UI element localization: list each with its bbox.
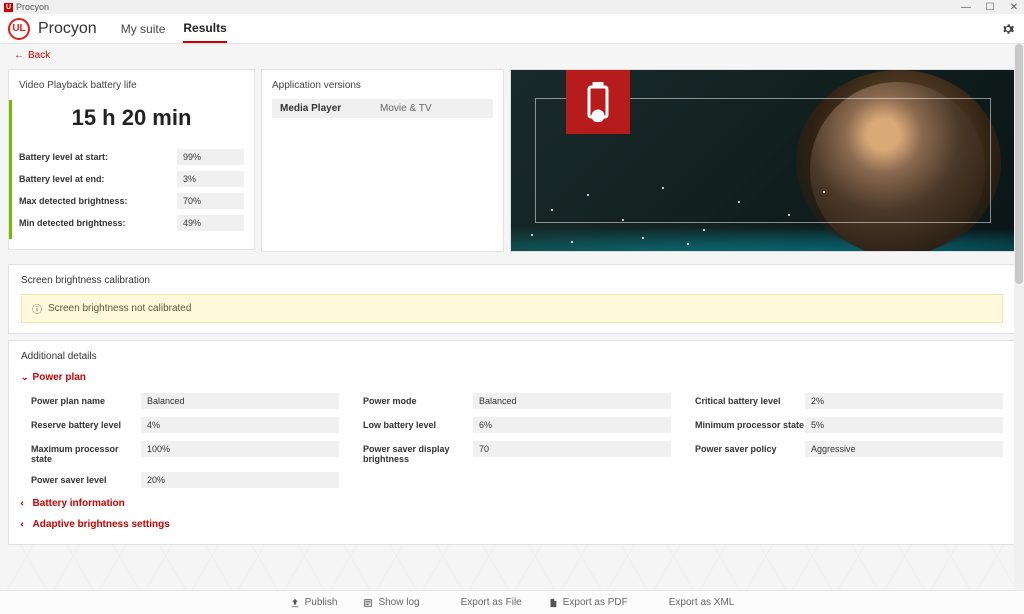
window-titlebar: U Procyon — ☐ ✕ (0, 0, 1024, 14)
detail-key: Reserve battery level (31, 417, 141, 430)
detail-value: Balanced (473, 393, 671, 409)
battery-info-toggle[interactable]: ⌃ Battery information (21, 498, 1003, 509)
minimize-button[interactable]: — (960, 2, 972, 13)
export-pdf-button[interactable]: Export as PDF (548, 597, 628, 608)
scrollbar[interactable] (1014, 44, 1024, 590)
publish-button[interactable]: Publish (290, 597, 338, 608)
calibration-warning-text: Screen brightness not calibrated (48, 303, 191, 314)
score-row-value: 49% (177, 215, 244, 231)
score-row-key: Battery level at end: (19, 174, 177, 184)
score-row-key: Min detected brightness: (19, 218, 177, 228)
close-button[interactable]: ✕ (1008, 2, 1020, 13)
chevron-up-icon: ⌃ (19, 500, 30, 508)
score-row-value: 70% (177, 193, 244, 209)
footer-toolbar: Publish Show log Export as File Export a… (0, 590, 1024, 614)
window-title: Procyon (16, 2, 49, 12)
score-title: Video Playback battery life (19, 80, 244, 91)
score-row-value: 3% (177, 171, 244, 187)
powerplan-label: Power plan (33, 372, 86, 383)
export-file-button[interactable]: Export as File (446, 597, 522, 608)
detail-value: 5% (805, 417, 1003, 433)
detail-value: 20% (141, 472, 339, 488)
detail-key: Minimum processor state (695, 417, 805, 430)
app-version-row: Media Player Movie & TV (272, 99, 493, 118)
additional-details-card: Additional details ⌄ Power plan Power pl… (8, 340, 1016, 545)
back-button[interactable]: ← Back (14, 50, 50, 61)
detail-cell: Power saver display brightness70 (363, 441, 671, 464)
score-value: 15 h 20 min (19, 105, 244, 131)
battery-badge-icon (566, 70, 630, 134)
tab-my-suite[interactable]: My suite (121, 16, 166, 42)
detail-key: Critical battery level (695, 393, 805, 406)
app-version-value: Movie & TV (380, 103, 432, 114)
detail-value: Balanced (141, 393, 339, 409)
calibration-warning: ⓘ Screen brightness not calibrated (21, 294, 1003, 323)
app-versions-title: Application versions (272, 80, 493, 91)
adaptive-brightness-toggle[interactable]: ⌃ Adaptive brightness settings (21, 519, 1003, 530)
score-row-key: Max detected brightness: (19, 196, 177, 206)
score-row: Min detected brightness:49% (19, 215, 244, 231)
chevron-down-icon: ⌄ (21, 372, 29, 383)
detail-value: 2% (805, 393, 1003, 409)
export-xml-button[interactable]: Export as XML (654, 597, 735, 608)
detail-cell: Power saver policyAggressive (695, 441, 1003, 464)
detail-key: Power saver policy (695, 441, 805, 454)
score-row: Battery level at end:3% (19, 171, 244, 187)
detail-value: 6% (473, 417, 671, 433)
ul-logo: UL (8, 18, 30, 40)
detail-key: Power plan name (31, 393, 141, 406)
adaptive-brightness-label: Adaptive brightness settings (33, 519, 170, 530)
app-versions-card: Application versions Media Player Movie … (261, 69, 504, 252)
details-title: Additional details (21, 351, 1003, 362)
score-row-key: Battery level at start: (19, 152, 177, 162)
detail-value: 4% (141, 417, 339, 433)
calibration-card: Screen brightness calibration ⓘ Screen b… (8, 264, 1016, 334)
chevron-up-icon: ⌃ (19, 521, 30, 529)
detail-cell: Maximum processor state100% (31, 441, 339, 464)
score-card: Video Playback battery life 15 h 20 min … (8, 69, 255, 250)
tab-results[interactable]: Results (183, 15, 226, 43)
back-label: Back (28, 50, 50, 61)
show-log-button[interactable]: Show log (363, 597, 419, 608)
maximize-button[interactable]: ☐ (984, 2, 996, 13)
score-row-value: 99% (177, 149, 244, 165)
scrollbar-thumb[interactable] (1015, 44, 1023, 284)
detail-cell: Low battery level6% (363, 417, 671, 433)
info-icon: ⓘ (32, 301, 42, 316)
settings-icon[interactable] (1000, 21, 1016, 37)
detail-cell: Critical battery level2% (695, 393, 1003, 409)
detail-value: Aggressive (805, 441, 1003, 457)
app-header: UL Procyon My suite Results (0, 14, 1024, 44)
battery-info-label: Battery information (33, 498, 125, 509)
detail-cell: Power plan nameBalanced (31, 393, 339, 409)
detail-cell: Reserve battery level4% (31, 417, 339, 433)
detail-value: 100% (141, 441, 339, 457)
detail-key: Low battery level (363, 417, 473, 430)
detail-cell: Power modeBalanced (363, 393, 671, 409)
hero-image (510, 69, 1016, 252)
detail-cell: Power saver level20% (31, 472, 339, 488)
detail-key: Power saver level (31, 472, 141, 485)
app-version-key: Media Player (280, 103, 380, 114)
detail-cell: Minimum processor state5% (695, 417, 1003, 433)
powerplan-toggle[interactable]: ⌄ Power plan (21, 372, 1003, 383)
back-arrow-icon: ← (14, 50, 24, 61)
detail-value: 70 (473, 441, 671, 457)
background-pattern (0, 540, 1024, 590)
detail-key: Power mode (363, 393, 473, 406)
detail-key: Power saver display brightness (363, 441, 473, 464)
score-row: Max detected brightness:70% (19, 193, 244, 209)
calibration-title: Screen brightness calibration (21, 275, 1003, 286)
app-icon: U (4, 3, 13, 12)
score-row: Battery level at start:99% (19, 149, 244, 165)
app-name: Procyon (38, 20, 97, 38)
detail-key: Maximum processor state (31, 441, 141, 464)
